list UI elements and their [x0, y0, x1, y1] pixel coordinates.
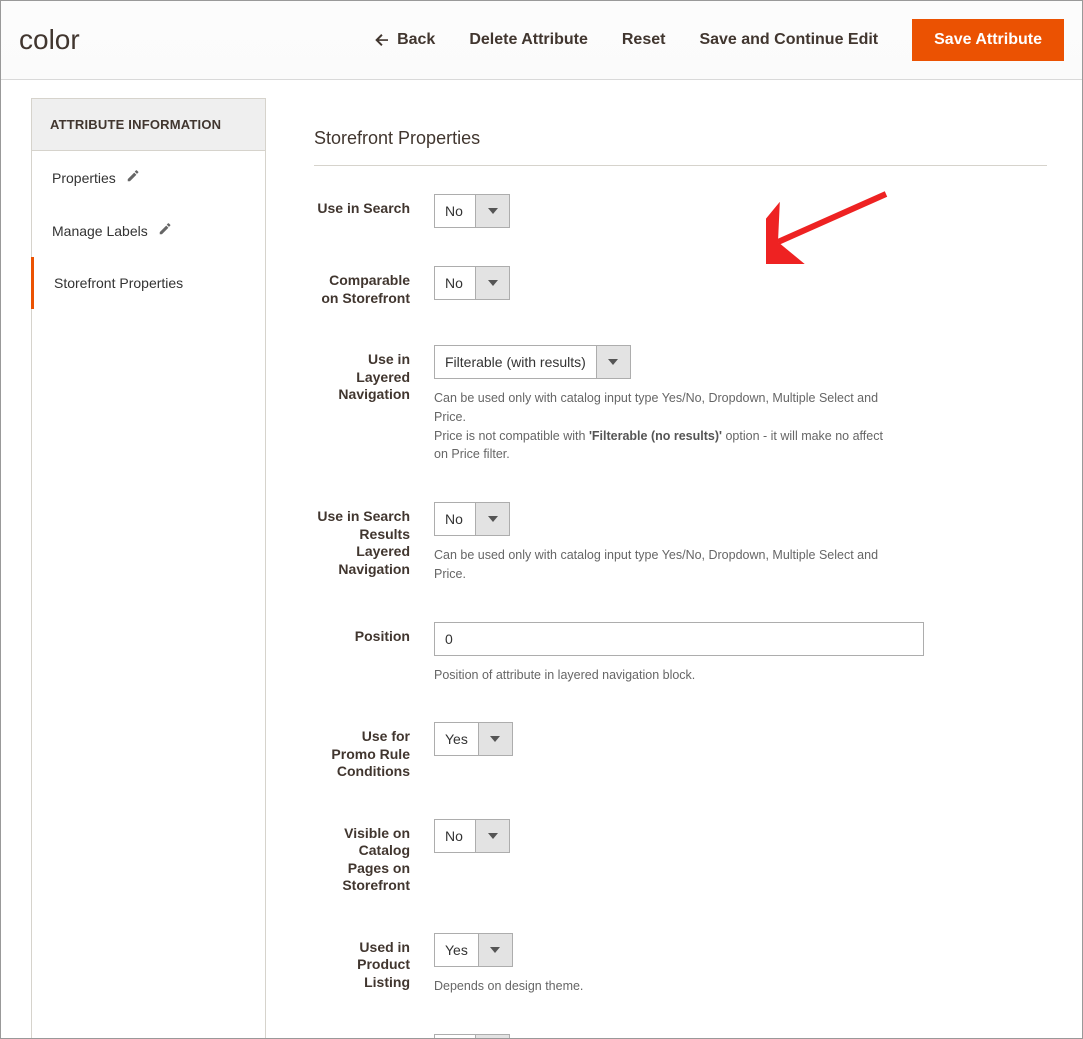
field-label: Use in Search Results Layered Navigation: [314, 502, 434, 578]
field-layered-navigation: Use in Layered Navigation Filterable (wi…: [314, 345, 1047, 464]
help-text: Can be used only with catalog input type…: [434, 546, 894, 584]
field-use-in-search: Use in Search No: [314, 194, 1047, 228]
layered-navigation-select[interactable]: Filterable (with results): [434, 345, 631, 379]
help-text: Depends on design theme.: [434, 977, 894, 996]
pencil-icon: [158, 222, 172, 239]
help-bold: 'Filterable (no results)': [589, 429, 722, 443]
select-value: Filterable (with results): [435, 346, 596, 378]
save-continue-button[interactable]: Save and Continue Edit: [699, 31, 878, 49]
position-input[interactable]: [434, 622, 924, 656]
sidebar-item-properties[interactable]: Properties: [32, 151, 265, 204]
chevron-down-icon: [478, 723, 512, 755]
sidebar-heading: ATTRIBUTE INFORMATION: [32, 99, 265, 151]
select-value: No: [435, 267, 475, 299]
section-title: Storefront Properties: [314, 98, 1047, 166]
field-product-listing: Used in Product Listing Yes Depends on d…: [314, 933, 1047, 996]
sidebar-item-storefront-properties[interactable]: Storefront Properties: [31, 257, 265, 309]
select-value: Yes: [435, 723, 478, 755]
chevron-down-icon: [475, 267, 509, 299]
field-sorting: Used for Sorting in Product Listing No D…: [314, 1034, 1047, 1039]
product-listing-select[interactable]: Yes: [434, 933, 513, 967]
reset-label: Reset: [622, 31, 666, 49]
chevron-down-icon: [478, 934, 512, 966]
field-label: Use for Promo Rule Conditions: [314, 722, 434, 781]
reset-button[interactable]: Reset: [622, 31, 666, 49]
select-value: Yes: [435, 934, 478, 966]
field-label: Comparable on Storefront: [314, 266, 434, 307]
field-label: Visible on Catalog Pages on Storefront: [314, 819, 434, 895]
comparable-select[interactable]: No: [434, 266, 510, 300]
field-search-results-layered-nav: Use in Search Results Layered Navigation…: [314, 502, 1047, 584]
pencil-icon: [126, 169, 140, 186]
sidebar-item-manage-labels[interactable]: Manage Labels: [32, 204, 265, 257]
chevron-down-icon: [475, 820, 509, 852]
delete-attribute-button[interactable]: Delete Attribute: [469, 31, 588, 49]
save-continue-label: Save and Continue Edit: [699, 31, 878, 49]
chevron-down-icon: [475, 195, 509, 227]
use-in-search-select[interactable]: No: [434, 194, 510, 228]
sidebar: ATTRIBUTE INFORMATION Properties Manage …: [31, 98, 266, 1039]
field-label: Used in Product Listing: [314, 933, 434, 992]
page-header: color Back Delete Attribute Reset Save a…: [1, 1, 1082, 80]
page-body: ATTRIBUTE INFORMATION Properties Manage …: [1, 80, 1082, 1039]
field-label: Position: [314, 622, 434, 646]
field-comparable: Comparable on Storefront No: [314, 266, 1047, 307]
help-line: Can be used only with catalog input type…: [434, 391, 878, 424]
back-button[interactable]: Back: [373, 31, 435, 49]
main-content: Storefront Properties Use in Search No C…: [266, 98, 1047, 1039]
chevron-down-icon: [475, 1035, 509, 1039]
select-value: No: [435, 195, 475, 227]
field-label: Use in Search: [314, 194, 434, 218]
field-promo-rule: Use for Promo Rule Conditions Yes: [314, 722, 1047, 781]
visible-catalog-select[interactable]: No: [434, 819, 510, 853]
page-title: color: [19, 24, 80, 56]
help-line: Price is not compatible with: [434, 429, 589, 443]
delete-label: Delete Attribute: [469, 31, 588, 49]
field-position: Position Position of attribute in layere…: [314, 622, 1047, 685]
back-label: Back: [397, 31, 435, 49]
sorting-select[interactable]: No: [434, 1034, 510, 1039]
arrow-left-icon: [373, 31, 391, 49]
sidebar-item-label: Storefront Properties: [54, 275, 183, 291]
header-actions: Back Delete Attribute Reset Save and Con…: [373, 19, 1064, 61]
field-visible-catalog: Visible on Catalog Pages on Storefront N…: [314, 819, 1047, 895]
select-value: No: [435, 820, 475, 852]
chevron-down-icon: [475, 503, 509, 535]
field-label: Used for Sorting in Product Listing: [314, 1034, 434, 1039]
save-attribute-button[interactable]: Save Attribute: [912, 19, 1064, 61]
field-label: Use in Layered Navigation: [314, 345, 434, 404]
promo-rule-select[interactable]: Yes: [434, 722, 513, 756]
select-value: No: [435, 1035, 475, 1039]
sidebar-item-label: Properties: [52, 170, 116, 186]
help-text: Can be used only with catalog input type…: [434, 389, 894, 464]
sidebar-item-label: Manage Labels: [52, 223, 148, 239]
help-text: Position of attribute in layered navigat…: [434, 666, 894, 685]
search-results-layered-nav-select[interactable]: No: [434, 502, 510, 536]
chevron-down-icon: [596, 346, 630, 378]
select-value: No: [435, 503, 475, 535]
